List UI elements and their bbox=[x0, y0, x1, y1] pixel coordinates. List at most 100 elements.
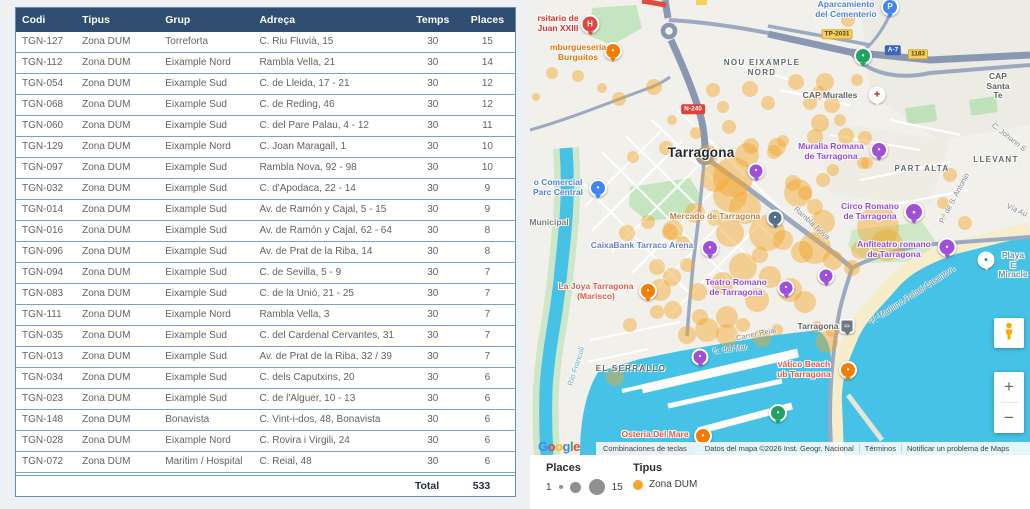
table-cell[interactable]: TGN-112 bbox=[16, 53, 76, 74]
table-cell[interactable]: 7 bbox=[458, 347, 515, 368]
table-cell[interactable]: 30 bbox=[406, 389, 458, 410]
table-cell[interactable]: 30 bbox=[406, 347, 458, 368]
table-row[interactable]: TGN-127Zona DUMTorrefortaC. Riu Fluvià, … bbox=[16, 32, 515, 53]
table-cell[interactable]: 30 bbox=[406, 452, 458, 473]
table-cell[interactable]: 30 bbox=[406, 431, 458, 452]
poi-label[interactable]: rsitario de Juan XXIII bbox=[537, 14, 578, 33]
attraction-pin[interactable]: • bbox=[692, 349, 709, 366]
table-row[interactable]: TGN-112Zona DUMEixample NordRambla Vella… bbox=[16, 53, 515, 74]
table-cell[interactable]: 6 bbox=[458, 452, 515, 473]
table-cell[interactable]: 30 bbox=[406, 95, 458, 116]
table-cell[interactable]: TGN-129 bbox=[16, 137, 76, 158]
table-cell[interactable]: C. dels Caputxins, 20 bbox=[253, 368, 405, 389]
zona-dum-circle[interactable] bbox=[641, 215, 655, 229]
pegman-button[interactable] bbox=[994, 318, 1024, 348]
table-cell[interactable]: Zona DUM bbox=[76, 32, 159, 53]
table-cell[interactable]: 7 bbox=[458, 263, 515, 284]
table-cell[interactable]: TGN-096 bbox=[16, 242, 76, 263]
attraction-pin[interactable]: • bbox=[778, 280, 795, 297]
table-row[interactable]: TGN-054Zona DUMEixample SudC. de Lleida,… bbox=[16, 74, 515, 95]
attraction-pin[interactable]: • bbox=[701, 239, 719, 257]
table-cell[interactable]: 30 bbox=[406, 305, 458, 326]
table-cell[interactable]: Zona DUM bbox=[76, 389, 159, 410]
table-cell[interactable]: TGN-035 bbox=[16, 326, 76, 347]
transit-pin[interactable]: • bbox=[854, 47, 872, 65]
zona-dum-circle[interactable] bbox=[816, 173, 830, 187]
table-cell[interactable]: C. de Sevilla, 5 - 9 bbox=[253, 263, 405, 284]
table-cell[interactable]: C. Joan Maragall, 1 bbox=[253, 137, 405, 158]
table-cell[interactable]: Zona DUM bbox=[76, 74, 159, 95]
table-cell[interactable]: C. d'Apodaca, 22 - 14 bbox=[253, 179, 405, 200]
table-cell[interactable]: 12 bbox=[458, 95, 515, 116]
poi-label[interactable]: Muralla Romana de Tarragona bbox=[798, 142, 864, 161]
table-row[interactable]: TGN-032Zona DUMEixample SudC. d'Apodaca,… bbox=[16, 179, 515, 200]
table-cell[interactable]: Eixample Sud bbox=[159, 221, 253, 242]
table-row[interactable]: TGN-083Zona DUMEixample SudC. de la Unió… bbox=[16, 284, 515, 305]
table-cell[interactable]: Eixample Nord bbox=[159, 53, 253, 74]
zona-dum-circle[interactable] bbox=[791, 241, 813, 263]
parking-pin[interactable]: P bbox=[881, 0, 899, 16]
table-cell[interactable]: 30 bbox=[406, 158, 458, 179]
poi-label[interactable]: Circo Romano de Tarragona bbox=[841, 202, 899, 221]
table-cell[interactable]: 12 bbox=[458, 74, 515, 95]
table-cell[interactable]: Zona DUM bbox=[76, 347, 159, 368]
table-cell[interactable]: TGN-014 bbox=[16, 200, 76, 221]
table-cell[interactable]: Zona DUM bbox=[76, 179, 159, 200]
zona-dum-circle[interactable] bbox=[627, 151, 639, 163]
table-cell[interactable]: C. Vint-i-dos, 48, Bonavista bbox=[253, 410, 405, 431]
table-cell[interactable]: Zona DUM bbox=[76, 116, 159, 137]
table-cell[interactable]: TGN-013 bbox=[16, 347, 76, 368]
health-center-pin[interactable]: ✚ bbox=[869, 87, 886, 104]
restaurant-pin[interactable]: • bbox=[604, 42, 622, 60]
zona-dum-circle[interactable] bbox=[722, 120, 736, 134]
table-cell[interactable]: 30 bbox=[406, 74, 458, 95]
zona-dum-circle[interactable] bbox=[597, 83, 607, 93]
zona-dum-circle[interactable] bbox=[834, 114, 846, 126]
table-cell[interactable]: Eixample Sud bbox=[159, 242, 253, 263]
table-cell[interactable]: Eixample Sud bbox=[159, 368, 253, 389]
table-cell[interactable]: 30 bbox=[406, 221, 458, 242]
zona-dum-circle[interactable] bbox=[649, 259, 665, 275]
table-cell[interactable]: 30 bbox=[406, 137, 458, 158]
table-cell[interactable]: Zona DUM bbox=[76, 200, 159, 221]
table-cell[interactable]: 30 bbox=[406, 179, 458, 200]
table-row[interactable]: TGN-013Zona DUMEixample SudAv. de Prat d… bbox=[16, 347, 515, 368]
table-cell[interactable]: 14 bbox=[458, 53, 515, 74]
table-cell[interactable]: TGN-094 bbox=[16, 263, 76, 284]
shopping-pin[interactable]: • bbox=[589, 179, 607, 197]
table-cell[interactable]: C. de Lleida, 17 - 21 bbox=[253, 74, 405, 95]
table-cell[interactable]: C. Rovira i Virgili, 24 bbox=[253, 431, 405, 452]
table-cell[interactable]: 10 bbox=[458, 158, 515, 179]
poi-label[interactable]: Anfiteatro romano de Tarragona bbox=[857, 240, 931, 259]
table-cell[interactable]: 30 bbox=[406, 326, 458, 347]
table-cell[interactable]: 10 bbox=[458, 137, 515, 158]
table-cell[interactable]: C. del Pare Palau, 4 - 12 bbox=[253, 116, 405, 137]
terms-link[interactable]: Términos bbox=[859, 444, 901, 453]
table-cell[interactable]: Zona DUM bbox=[76, 263, 159, 284]
table-cell[interactable]: Eixample Sud bbox=[159, 158, 253, 179]
table-cell[interactable]: Eixample Nord bbox=[159, 305, 253, 326]
restaurant-pin[interactable]: • bbox=[639, 282, 657, 300]
table-row[interactable]: TGN-111Zona DUMEixample NordRambla Vella… bbox=[16, 305, 515, 326]
zona-dum-circle[interactable] bbox=[546, 67, 558, 79]
table-cell[interactable]: 7 bbox=[458, 326, 515, 347]
table-cell[interactable]: Eixample Sud bbox=[159, 326, 253, 347]
table-cell[interactable]: 30 bbox=[406, 368, 458, 389]
zona-dum-circle[interactable] bbox=[680, 258, 694, 272]
table-cell[interactable]: Zona DUM bbox=[76, 158, 159, 179]
zona-dum-circle[interactable] bbox=[667, 115, 677, 125]
zona-dum-circle[interactable] bbox=[761, 96, 775, 110]
table-cell[interactable]: C. Riu Fluvià, 15 bbox=[253, 32, 405, 53]
table-cell[interactable]: 6 bbox=[458, 368, 515, 389]
table-cell[interactable]: TGN-032 bbox=[16, 179, 76, 200]
harbor-pin[interactable]: • bbox=[769, 404, 787, 422]
zona-dum-circle[interactable] bbox=[827, 164, 839, 176]
zoom-out-button[interactable]: − bbox=[994, 403, 1024, 433]
table-row[interactable]: TGN-035Zona DUMEixample SudC. del Carden… bbox=[16, 326, 515, 347]
zona-dum-circle[interactable] bbox=[646, 79, 662, 95]
attraction-pin[interactable]: • bbox=[938, 238, 957, 257]
table-cell[interactable]: 9 bbox=[458, 200, 515, 221]
table-cell[interactable]: Zona DUM bbox=[76, 368, 159, 389]
poi-label[interactable]: Municipal bbox=[530, 218, 569, 228]
table-row[interactable]: TGN-060Zona DUMEixample SudC. del Pare P… bbox=[16, 116, 515, 137]
